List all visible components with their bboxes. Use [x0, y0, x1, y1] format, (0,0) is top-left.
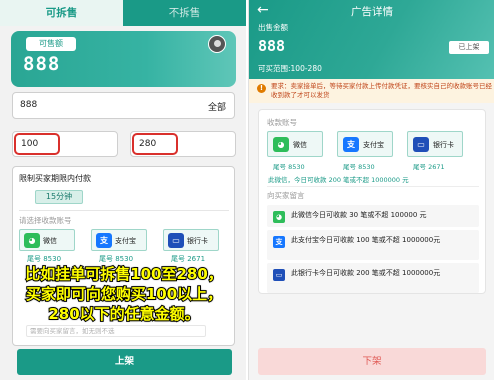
buy-range: 可买范围:100-280: [258, 64, 322, 73]
message-text: 此银行卡今日可收款 200 笔或不超 1000000元: [291, 269, 441, 277]
left-panel: 可拆售 不拆售 可售额 888 888 全部 100 280 限制买家期限内付款…: [0, 0, 246, 380]
overlay-line: 比如挂单可拆售100至280，: [24, 264, 224, 284]
message-item: 支 此支付宝今日可收款 100 笔或不超 1000000元: [267, 230, 479, 260]
account-limit-summary: 此微信，今日可收款 200 笔或不超 1000000 元: [268, 176, 409, 184]
account-chip-alipay[interactable]: 支 支付宝: [91, 229, 147, 251]
bank-card-icon: ▭: [168, 233, 184, 248]
tab-bar: 可拆售 不拆售: [0, 0, 246, 26]
max-amount-value: 280: [132, 133, 178, 155]
account-label: 支付宝: [115, 237, 136, 245]
ad-detail-header: ← 广告详情 出售金额 888 已上架 可买范围:100-280: [249, 0, 494, 79]
account-chip-bank[interactable]: ▭ 银行卡: [163, 229, 219, 251]
right-panel: ← 广告详情 出售金额 888 已上架 可买范围:100-280 ! 要求：卖家…: [248, 0, 494, 380]
min-amount-field[interactable]: 100: [12, 131, 118, 157]
account-label: 银行卡: [433, 141, 454, 149]
bank-card-icon: ▭: [413, 137, 429, 152]
page-title: 广告详情: [351, 6, 393, 18]
wechat-icon: ◕: [24, 233, 40, 248]
account-tail: 尾号 8530: [343, 163, 375, 171]
alipay-icon: 支: [273, 236, 285, 248]
sellable-amount-card: 可售额 888: [11, 31, 236, 87]
amount-field[interactable]: 888 全部: [12, 92, 235, 119]
warning-icon: !: [257, 84, 266, 93]
message-input[interactable]: 需要向买家留言，如无则不选: [26, 325, 206, 337]
avatar[interactable]: [208, 35, 226, 53]
account-tail: 尾号 8530: [27, 255, 62, 263]
notice-text: 要求：卖家接单后，等待买家付款上传付款凭证，要核实自己的收款账号已经收到款了才可…: [271, 82, 492, 99]
account-label: 微信: [43, 237, 57, 245]
payment-time-limit-title: 限制买家期限内付款: [19, 174, 91, 183]
tab-splittable[interactable]: 可拆售: [0, 0, 123, 26]
account-chip-bank[interactable]: ▭ 银行卡: [407, 131, 463, 157]
delist-button[interactable]: 下架: [258, 348, 486, 375]
account-section-title: 收款账号: [267, 118, 297, 127]
divider: [19, 210, 229, 211]
list-for-sale-button[interactable]: 上架: [17, 349, 232, 375]
explanation-overlay: 比如挂单可拆售100至280， 买家即可向您购买100以上， 280以下的任意金…: [8, 264, 240, 324]
message-text: 此支付宝今日可收款 100 笔或不超 1000000元: [291, 236, 441, 244]
account-chip-wechat[interactable]: ◕ 微信: [267, 131, 323, 157]
account-tail: 尾号 2671: [171, 255, 206, 263]
account-card: 收款账号 ◕ 微信 支 支付宝 ▭ 银行卡 尾号 8530 尾号 8530 尾号…: [258, 109, 486, 294]
tab-not-splittable[interactable]: 不拆售: [123, 0, 246, 26]
account-tail: 尾号 8530: [273, 163, 305, 171]
alipay-icon: 支: [96, 233, 112, 248]
message-section-title: 向买家留言: [267, 191, 305, 200]
bank-card-icon: ▭: [273, 269, 285, 281]
account-tail: 尾号 2671: [413, 163, 445, 171]
message-item: ▭ 此银行卡今日可收款 200 笔或不超 1000000元: [267, 263, 479, 293]
overlay-line: 280以下的任意金额。: [47, 304, 200, 324]
status-badge: 已上架: [449, 41, 489, 54]
overlay-line: 买家即可向您购买100以上，: [25, 284, 223, 304]
account-label: 微信: [293, 141, 307, 149]
min-amount-value: 100: [14, 133, 60, 155]
account-chip-wechat[interactable]: ◕ 微信: [19, 229, 75, 251]
account-chip-alipay[interactable]: 支 支付宝: [337, 131, 393, 157]
notice-banner: ! 要求：卖家接单后，等待买家付款上传付款凭证，要核实自己的收款账号已经收到款了…: [249, 79, 494, 103]
sellable-amount: 888: [23, 53, 61, 75]
account-label: 支付宝: [363, 141, 384, 149]
wechat-icon: ◕: [273, 211, 285, 223]
account-tail: 尾号 8530: [99, 255, 134, 263]
amount-value: 888: [20, 100, 38, 110]
sell-amount: 888: [258, 37, 286, 55]
sell-amount-label: 出售金额: [258, 23, 288, 32]
account-label: 银行卡: [187, 237, 208, 245]
message-item: ◕ 此微信今日可收款 30 笔或不超 100000 元: [267, 205, 479, 227]
alipay-icon: 支: [343, 137, 359, 152]
all-button[interactable]: 全部: [208, 100, 226, 113]
sellable-label: 可售额: [26, 37, 76, 51]
wechat-icon: ◕: [273, 137, 289, 152]
message-text: 此微信今日可收款 30 笔或不超 100000 元: [291, 211, 427, 219]
max-amount-field[interactable]: 280: [130, 131, 236, 157]
account-section-title: 请选择收款账号: [19, 216, 72, 225]
time-limit-chip[interactable]: 15分钟: [35, 190, 83, 204]
divider: [267, 186, 479, 187]
